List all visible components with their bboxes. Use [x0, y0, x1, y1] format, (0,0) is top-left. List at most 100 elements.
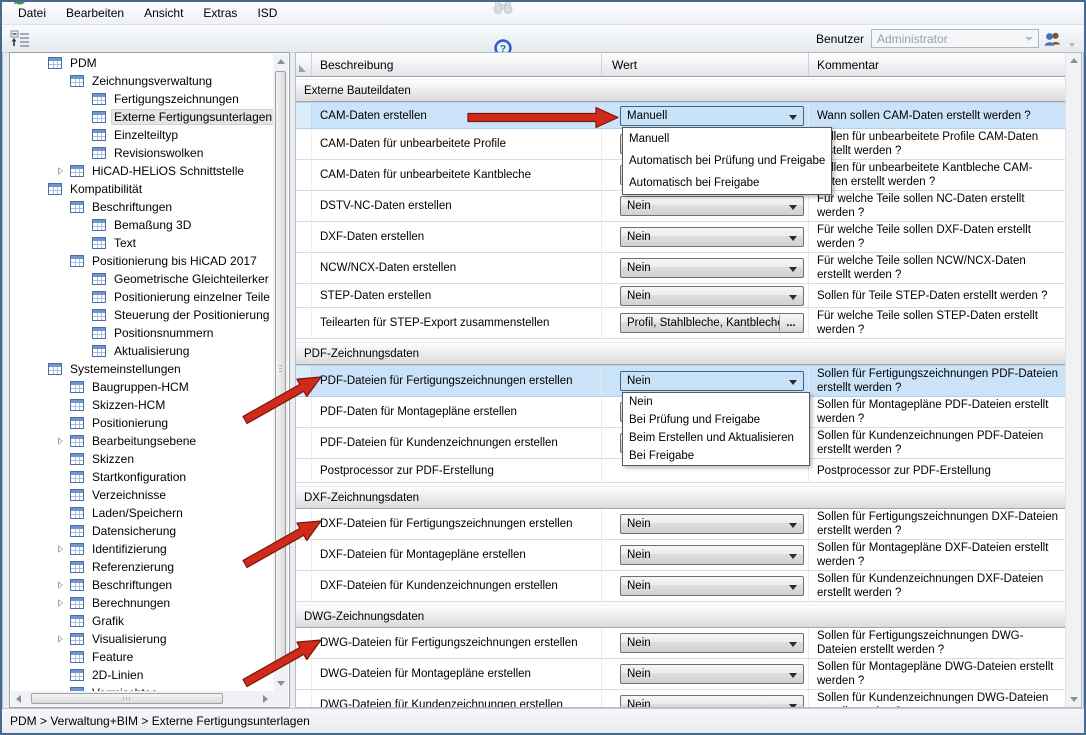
toolbar-overflow-button[interactable]: [1065, 27, 1079, 50]
value-dropdown[interactable]: Nein: [620, 227, 804, 247]
tree-item[interactable]: Externe Fertigungsunterlagen: [11, 108, 273, 126]
dropdown-option[interactable]: Manuell: [623, 128, 831, 150]
settings-row[interactable]: DXF-Dateien für Montagepläne erstellen Ne…: [296, 540, 1066, 571]
tree-item[interactable]: Zeichnungsverwaltung: [11, 72, 273, 90]
settings-row[interactable]: NCW/NCX-Daten erstellen Nein Für welche Te…: [296, 253, 1066, 284]
tree-item[interactable]: Einzelteiltyp: [11, 126, 273, 144]
tree-item[interactable]: Revisionswolken: [11, 144, 273, 162]
dropdown-option[interactable]: Nein: [623, 393, 809, 411]
value-dropdown[interactable]: Nein: [620, 633, 804, 653]
value-dropdown[interactable]: Nein: [620, 514, 804, 534]
settings-row[interactable]: DWG-Dateien für Fertigungszeichnungen er…: [296, 628, 1066, 659]
tree-item[interactable]: Geometrische Gleichteilerker: [11, 270, 273, 288]
menu-item-extras[interactable]: Extras: [193, 3, 247, 23]
tree-item[interactable]: Referenzierung: [11, 558, 273, 576]
tree-item[interactable]: Visualisierung: [11, 630, 273, 648]
tree-item[interactable]: Systemeinstellungen: [11, 360, 273, 378]
tree-item[interactable]: Kompatibilität: [11, 180, 273, 198]
tree-item[interactable]: Positionsnummern: [11, 324, 273, 342]
scroll-down-button[interactable]: [273, 676, 288, 691]
tree-item[interactable]: HiCAD-HELiOS Schnittstelle: [11, 162, 273, 180]
tree-item[interactable]: Beschriftungen: [11, 576, 273, 594]
tree-item[interactable]: Vermischtes: [11, 684, 273, 691]
settings-row[interactable]: DXF-Dateien für Fertigungszeichnungen er…: [296, 509, 1066, 540]
tree-collapse-icon[interactable]: [56, 202, 66, 212]
settings-row[interactable]: Teilearten für STEP-Export zusammenstell…: [296, 308, 1066, 339]
tree-collapse-icon[interactable]: [56, 76, 66, 86]
value-dropdown[interactable]: Manuell: [620, 105, 804, 126]
tree-item[interactable]: Beschriftungen: [11, 198, 273, 216]
settings-row[interactable]: DSTV-NC-Daten erstellen Nein Für welche Te…: [296, 191, 1066, 222]
dropdown-option[interactable]: Beim Erstellen und Aktualisieren: [623, 429, 809, 447]
scroll-down-button[interactable]: [1066, 692, 1081, 707]
tree-collapse-icon[interactable]: [56, 256, 66, 266]
tree-item[interactable]: Verzeichnisse: [11, 486, 273, 504]
scrollbar-thumb[interactable]: [275, 71, 286, 666]
tree-item[interactable]: Fertigungszeichnungen: [11, 90, 273, 108]
value-dropdown[interactable]: Nein: [620, 695, 804, 707]
tree-item[interactable]: Skizzen-HCM: [11, 396, 273, 414]
refresh-icon[interactable]: [7, 2, 33, 9]
tree-item[interactable]: Positionierung einzelner Teile: [11, 288, 273, 306]
tree-item[interactable]: Text: [11, 234, 273, 252]
scroll-right-button[interactable]: [258, 691, 273, 706]
grid-vertical-scrollbar[interactable]: [1065, 53, 1081, 707]
tree-item[interactable]: Laden/Speichern: [11, 504, 273, 522]
tree-expand-icon[interactable]: [56, 634, 66, 644]
value-dropdown[interactable]: Nein: [620, 664, 804, 684]
tree-expand-icon[interactable]: [56, 580, 66, 590]
tree-item[interactable]: Bemaßung 3D: [11, 216, 273, 234]
tree-expand-icon[interactable]: [56, 544, 66, 554]
tree-item[interactable]: Grafik: [11, 612, 273, 630]
value-dropdown[interactable]: Nein: [620, 576, 804, 596]
settings-row[interactable]: CAM-Daten erstellen Manuell Wann sollen CA…: [296, 102, 1066, 129]
settings-row[interactable]: DWG-Dateien für Montagepläne erstellen Ne…: [296, 659, 1066, 690]
tree-collapse-icon[interactable]: [34, 364, 44, 374]
tree-item[interactable]: Feature: [11, 648, 273, 666]
settings-row[interactable]: DWG-Dateien für Kundenzeichnungen erstel…: [296, 690, 1066, 707]
value-dropdown[interactable]: Nein: [620, 545, 804, 565]
tree-item[interactable]: Bearbeitungsebene: [11, 432, 273, 450]
scroll-up-button[interactable]: [273, 54, 288, 69]
tree-collapse-icon[interactable]: [34, 184, 44, 194]
menu-item-bearbeiten[interactable]: Bearbeiten: [56, 3, 134, 23]
tree-collapse-icon[interactable]: [34, 58, 44, 68]
tree-item[interactable]: 2D-Linien: [11, 666, 273, 684]
tree-vertical-scrollbar[interactable]: [273, 54, 288, 691]
tree-item[interactable]: Positionierung: [11, 414, 273, 432]
tree-item[interactable]: PDM: [11, 54, 273, 72]
settings-row[interactable]: STEP-Daten erstellen Nein Sollen für Teile…: [296, 284, 1066, 308]
tree-item[interactable]: Skizzen: [11, 450, 273, 468]
tree-item[interactable]: Aktualisierung: [11, 342, 273, 360]
ellipsis-button[interactable]: ...: [779, 315, 802, 331]
users-icon[interactable]: [1039, 27, 1065, 50]
dropdown-option[interactable]: Bei Prüfung und Freigabe: [623, 411, 809, 429]
settings-row[interactable]: DXF-Daten erstellen Nein Für welche Teile …: [296, 222, 1066, 253]
value-dropdown[interactable]: Nein: [620, 258, 804, 278]
scroll-up-button[interactable]: [1066, 53, 1081, 68]
tree-item[interactable]: Startkonfiguration: [11, 468, 273, 486]
search-binoculars-icon[interactable]: [490, 2, 516, 18]
tree-expand-icon[interactable]: [56, 598, 66, 608]
dropdown-option[interactable]: Automatisch bei Freigabe: [623, 172, 831, 194]
dropdown-option[interactable]: Automatisch bei Prüfung und Freigabe: [623, 150, 831, 172]
user-select[interactable]: Administrator: [871, 29, 1039, 48]
value-picker-field[interactable]: Profil, Stahlbleche, Kantbleche,...: [620, 313, 804, 333]
tree-expand-icon[interactable]: [56, 436, 66, 446]
menu-item-ansicht[interactable]: Ansicht: [134, 3, 193, 23]
collapse-items-icon[interactable]: [7, 27, 33, 50]
scrollbar-thumb[interactable]: [31, 693, 223, 704]
value-dropdown[interactable]: Nein: [620, 371, 804, 391]
tree-item[interactable]: Berechnungen: [11, 594, 273, 612]
value-dropdown[interactable]: Nein: [620, 196, 804, 216]
tree-item[interactable]: Steuerung der Positionierung: [11, 306, 273, 324]
menu-item-isd[interactable]: ISD: [247, 3, 287, 23]
settings-row[interactable]: DXF-Dateien für Kundenzeichnungen erstel…: [296, 571, 1066, 602]
dropdown-option[interactable]: Bei Freigabe: [623, 447, 809, 465]
tree-horizontal-scrollbar[interactable]: [11, 691, 273, 706]
tree-item[interactable]: Positionierung bis HiCAD 2017: [11, 252, 273, 270]
tree-item[interactable]: Datensicherung: [11, 522, 273, 540]
value-dropdown[interactable]: Nein: [620, 285, 804, 306]
tree-item[interactable]: Identifizierung: [11, 540, 273, 558]
tree-expand-icon[interactable]: [56, 166, 66, 176]
